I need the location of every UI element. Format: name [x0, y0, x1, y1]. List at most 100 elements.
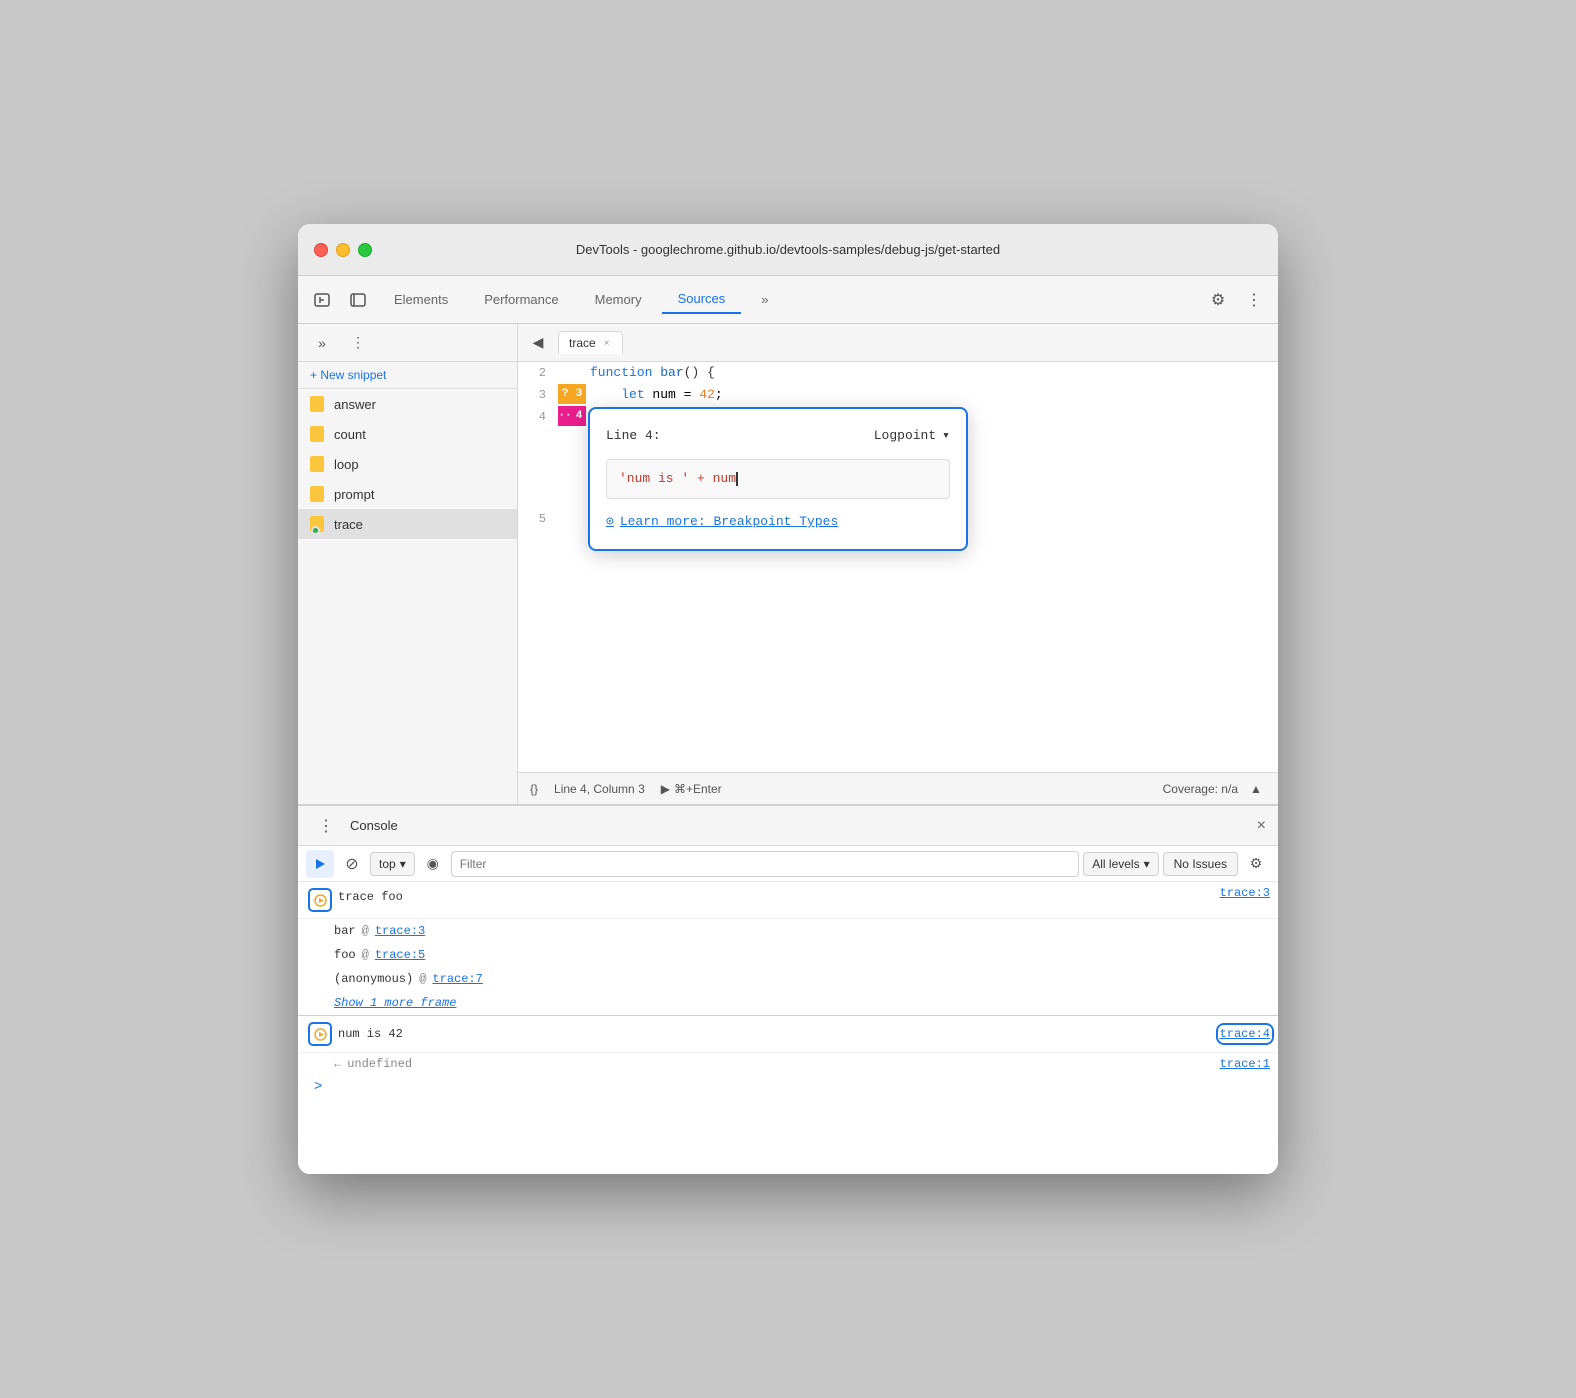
tab-performance[interactable]: Performance: [468, 286, 574, 313]
trace-source[interactable]: trace:3: [1220, 886, 1270, 900]
all-levels-label: All levels: [1092, 857, 1139, 871]
console-prompt-row: >: [298, 1075, 1278, 1099]
logpoint-link-text: Learn more: Breakpoint Types: [620, 511, 838, 533]
levels-dropdown-icon: ▾: [1144, 857, 1150, 871]
breakpoint-question: ?: [558, 384, 572, 404]
layers-icon[interactable]: ▲: [1246, 779, 1266, 799]
live-expressions-button[interactable]: ◉: [419, 850, 447, 878]
logpoint-input-value: 'num is ' + num: [619, 468, 736, 490]
issues-counter-button[interactable]: No Issues: [1163, 852, 1238, 876]
output-source[interactable]: trace:4: [1220, 1027, 1270, 1041]
top-label: top: [379, 857, 396, 871]
console-menu-icon[interactable]: ⋮: [310, 810, 342, 842]
new-snippet-label: + New snippet: [310, 368, 386, 382]
main-area: » ⋮ + New snippet answer count: [298, 324, 1278, 804]
trace-link-foo[interactable]: trace:5: [375, 945, 425, 965]
editor-tab-trace[interactable]: trace ×: [558, 331, 623, 354]
show-more-frames-link[interactable]: Show 1 more frame: [334, 993, 456, 1013]
line-number-5: 5: [518, 508, 558, 530]
logpoint-header: Line 4: Logpoint ▾: [606, 425, 950, 447]
trace-func-anon: (anonymous): [334, 969, 413, 989]
console-prompt-arrow[interactable]: >: [306, 1075, 330, 1099]
logpoint-output-badge: [309, 1023, 331, 1045]
logpoint-badge-wrap: [306, 886, 334, 914]
trace-foo-entry: foo @ trace:5: [298, 943, 1278, 967]
console-filter-input[interactable]: [451, 851, 1080, 877]
logpoint-type-select[interactable]: Logpoint ▾: [874, 425, 950, 447]
code-area: 2 function bar() { 3 ? 3: [518, 362, 1278, 772]
snippet-file-icon-trace: [310, 516, 326, 532]
close-button[interactable]: [314, 243, 328, 257]
tabs-icons: ⚙ ⋮: [1202, 284, 1270, 316]
context-dropdown-icon: ▾: [400, 857, 406, 871]
console-settings-button[interactable]: ⚙: [1242, 850, 1270, 878]
back-nav-icon[interactable]: [306, 284, 338, 316]
editor-area: ◀ trace × 2 function bar() {: [518, 324, 1278, 804]
snippet-item-loop[interactable]: loop: [298, 449, 517, 479]
forward-nav-icon[interactable]: [342, 284, 374, 316]
trace-link-bar[interactable]: trace:3: [375, 921, 425, 941]
snippet-item-trace[interactable]: trace: [298, 509, 517, 539]
new-snippet-button[interactable]: + New snippet: [298, 362, 517, 389]
tab-sources[interactable]: Sources: [662, 285, 742, 314]
snippet-file-icon: [310, 456, 326, 472]
format-button[interactable]: {}: [530, 782, 538, 796]
console-panel: ⋮ Console × ⊘ top ▾ ◉ All levels ▾: [298, 804, 1278, 1174]
format-icon: {}: [530, 782, 538, 796]
tab-memory[interactable]: Memory: [579, 286, 658, 313]
console-clear-button[interactable]: ⊘: [338, 850, 366, 878]
logpoint-dropdown-icon: ▾: [942, 425, 950, 447]
tab-more[interactable]: »: [745, 286, 784, 313]
line-number-2: 2: [518, 362, 558, 384]
breakpoint-number: 3: [572, 384, 586, 404]
editor-tab-close[interactable]: ×: [602, 338, 612, 349]
logpoint-input-area[interactable]: 'num is ' + num: [606, 459, 950, 499]
ban-icon: ⊘: [345, 854, 358, 874]
logpoint-link-icon: ⊙: [606, 511, 614, 533]
context-selector[interactable]: top ▾: [370, 852, 415, 876]
code-lines: 2 function bar() { 3 ? 3: [518, 362, 1278, 530]
trace-at-2: @: [356, 945, 375, 965]
console-entry-trace[interactable]: trace foo trace:3: [298, 882, 1278, 919]
console-title: Console: [350, 818, 398, 833]
console-execute-button[interactable]: [306, 850, 334, 878]
snippet-item-count[interactable]: count: [298, 419, 517, 449]
snippet-item-answer[interactable]: answer: [298, 389, 517, 419]
minimize-button[interactable]: [336, 243, 350, 257]
snippet-file-icon: [310, 426, 326, 442]
tab-elements[interactable]: Elements: [378, 286, 464, 313]
fullscreen-button[interactable]: [358, 243, 372, 257]
logpoint-output-badge-wrap: [306, 1020, 334, 1048]
more-menu-icon[interactable]: ⋮: [1238, 284, 1270, 316]
logpoint-num: 4: [572, 406, 586, 426]
coverage-text: Coverage: n/a: [1163, 782, 1238, 796]
trace-func-foo: foo: [334, 945, 356, 965]
line-number-4: 4: [518, 406, 558, 428]
trace-link-anon[interactable]: trace:7: [432, 969, 482, 989]
snippet-item-prompt[interactable]: prompt: [298, 479, 517, 509]
sidebar-more-icon[interactable]: »: [306, 327, 338, 359]
run-button[interactable]: ▶ ⌘+Enter: [661, 782, 722, 796]
trace-at: @: [356, 921, 375, 941]
titlebar: DevTools - googlechrome.github.io/devtoo…: [298, 224, 1278, 276]
sidebar-menu-icon[interactable]: ⋮: [342, 327, 374, 359]
bp-markers-3: ? 3: [558, 384, 586, 404]
snippet-name: trace: [334, 517, 363, 532]
bp-markers-4: ·· 4: [558, 406, 586, 426]
logpoint-badge: [309, 889, 331, 911]
tabs-bar: Elements Performance Memory Sources » ⚙ …: [298, 276, 1278, 324]
undefined-source[interactable]: trace:1: [1220, 1057, 1270, 1071]
settings-icon[interactable]: ⚙: [1202, 284, 1234, 316]
console-close-button[interactable]: ×: [1257, 817, 1266, 835]
return-arrow: ←: [334, 1057, 341, 1071]
log-levels-button[interactable]: All levels ▾: [1083, 852, 1158, 876]
logpoint-learn-more-link[interactable]: ⊙ Learn more: Breakpoint Types: [606, 511, 950, 533]
status-bar: {} Line 4, Column 3 ▶ ⌘+Enter Coverage: …: [518, 772, 1278, 804]
coverage-area: Coverage: n/a ▲: [1163, 779, 1266, 799]
snippet-name: answer: [334, 397, 376, 412]
logpoint-type-label: Logpoint: [874, 425, 936, 447]
editor-back-icon[interactable]: ◀: [526, 331, 550, 355]
console-entry-output[interactable]: num is 42 trace:4: [298, 1015, 1278, 1053]
console-toolbar: ⊘ top ▾ ◉ All levels ▾ No Issues ⚙: [298, 846, 1278, 882]
logpoint-line-label: Line 4:: [606, 425, 661, 447]
